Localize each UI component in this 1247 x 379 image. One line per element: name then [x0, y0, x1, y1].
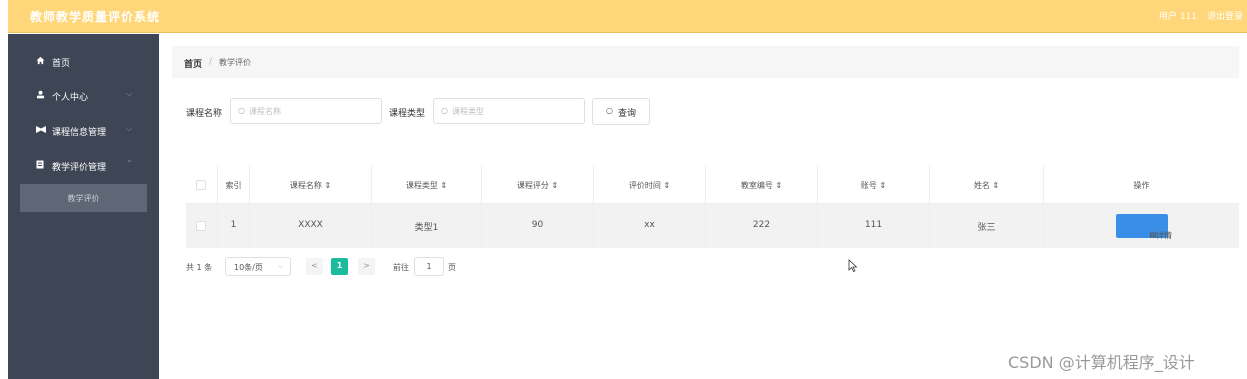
sidebar-item-course-info[interactable]: 课程信息管理 ⌵: [8, 117, 159, 145]
header-index: 索引: [225, 181, 242, 190]
header-cell[interactable]: 教室编号 ⇕: [706, 166, 818, 203]
sidebar-item-profile[interactable]: 个人中心 ⌵: [8, 82, 159, 110]
home-icon: [36, 56, 46, 66]
table-cell: 张三: [930, 204, 1044, 248]
cell-time: xx: [644, 220, 655, 230]
header-cell[interactable]: 课程评分 ⇕: [482, 166, 594, 203]
chevron-down-icon: ⌵: [126, 124, 133, 133]
table-cell: 111: [818, 204, 930, 248]
chevron-down-icon: ⌵: [277, 262, 283, 270]
cell-score: 90: [531, 220, 544, 230]
chevron-left-icon: <: [311, 261, 318, 270]
table-cell: XXXX: [250, 204, 372, 248]
header-cell[interactable]: 课程类型 ⇕: [372, 166, 482, 203]
cell-classroom: 222: [752, 220, 771, 230]
sidebar-subitem-label: 教学评价: [67, 194, 100, 203]
course-type-label: 课程类型: [389, 109, 426, 119]
search-icon: ○: [238, 106, 245, 115]
course-type-placeholder: 课程类型: [452, 107, 484, 116]
goto-label: 前往: [393, 263, 409, 272]
detail-button[interactable]: ▤ 详情: [1116, 214, 1172, 240]
header-cell[interactable]: 账号 ⇕: [818, 166, 930, 203]
row-select-cell: [186, 204, 218, 248]
app-title: 教师教学质量评价系统: [30, 10, 161, 24]
header-course-name: 课程名称 ⇕: [289, 181, 332, 190]
sidebar-item-home[interactable]: 首页: [8, 48, 159, 76]
page-number: 1: [336, 261, 343, 270]
cell-index: 1: [230, 220, 237, 230]
table-cell: 类型1: [372, 204, 482, 248]
detail-button-label: 详情: [1156, 231, 1172, 240]
page-unit-label: 页: [448, 263, 456, 272]
select-all-cell: [186, 166, 218, 203]
header-cell[interactable]: 课程名称 ⇕: [250, 166, 372, 203]
sidebar: 首页 个人中心 ⌵ 课程信息管理 ⌵ 教学评价管理 ⌃ 教学评价: [8, 34, 159, 379]
table-cell: xx: [594, 204, 706, 248]
evaluation-icon: [36, 160, 46, 170]
search-icon: ○: [606, 106, 613, 115]
chevron-up-icon: ⌃: [126, 159, 133, 168]
header-cell: 索引: [218, 166, 250, 203]
sidebar-item-label: 首页: [52, 59, 71, 69]
header-classroom: 教室编号 ⇕: [740, 181, 783, 190]
left-edge: [0, 0, 8, 379]
sidebar-item-label: 个人中心: [52, 93, 89, 103]
course-icon: [36, 125, 46, 135]
table-cell: 1: [218, 204, 250, 248]
goto-page-value: 1: [426, 262, 432, 271]
course-name-placeholder: 课程名称: [249, 107, 281, 116]
select-all-checkbox[interactable]: [196, 180, 206, 190]
table-header-row: 索引 课程名称 ⇕ 课程类型 ⇕ 课程评分 ⇕ 评价时间 ⇕ 教室编号 ⇕ 账号…: [186, 166, 1239, 204]
query-button-label: 查询: [618, 109, 637, 119]
current-user: 用户 111: [1158, 12, 1197, 22]
breadcrumb-separator: /: [209, 57, 213, 67]
course-type-input[interactable]: ○ 课程类型: [433, 98, 585, 124]
page-size-select[interactable]: 10条/页 ⌵: [225, 257, 291, 276]
course-name-input[interactable]: ○ 课程名称: [230, 98, 382, 124]
goto-page-input[interactable]: 1: [414, 257, 444, 276]
table-cell: 222: [706, 204, 818, 248]
header-cell[interactable]: 评价时间 ⇕: [594, 166, 706, 203]
watermark: CSDN @计算机程序_设计: [1008, 353, 1195, 372]
cell-account: 111: [864, 220, 883, 230]
chevron-down-icon: ⌵: [126, 89, 133, 98]
pagination-total: 共 1 条: [186, 263, 213, 272]
header-cell[interactable]: 姓名 ⇕: [930, 166, 1044, 203]
header-action: 操作: [1133, 181, 1150, 190]
breadcrumb-current: 教学评价: [219, 58, 251, 67]
header-cell: 操作: [1044, 166, 1239, 203]
query-button[interactable]: ○ 查询: [592, 98, 650, 125]
table-row: 1 XXXX 类型1 90 xx 222 111 张三 ▤ 详情: [186, 204, 1239, 248]
logout-link[interactable]: 退出登录: [1207, 9, 1243, 22]
breadcrumb-home[interactable]: 首页: [184, 57, 202, 70]
cell-name: 张三: [977, 223, 996, 233]
header-account: 账号 ⇕: [860, 181, 887, 190]
header-name: 姓名 ⇕: [973, 181, 1000, 190]
row-checkbox[interactable]: [196, 221, 206, 231]
user-icon: [36, 90, 46, 100]
cell-course-type: 类型1: [414, 223, 439, 233]
sidebar-subitem-evaluation[interactable]: 教学评价: [20, 184, 147, 212]
cell-course-name: XXXX: [298, 220, 323, 230]
top-header: 教师教学质量评价系统 用户 111 退出登录: [8, 0, 1247, 33]
sidebar-item-label: 教学评价管理: [52, 163, 107, 173]
breadcrumb: 首页 / 教学评价: [172, 46, 1239, 78]
page-size-value: 10条/页: [234, 263, 263, 272]
next-page-button[interactable]: >: [358, 258, 375, 275]
mouse-cursor-icon: [848, 259, 858, 273]
search-icon: ○: [441, 106, 448, 115]
sidebar-item-label: 课程信息管理: [52, 128, 107, 138]
table-cell: ▤ 详情: [1044, 204, 1239, 248]
header-time: 评价时间 ⇕: [628, 181, 671, 190]
sidebar-item-evaluation[interactable]: 教学评价管理 ⌃: [8, 152, 159, 180]
prev-page-button[interactable]: <: [306, 258, 323, 275]
chevron-right-icon: >: [363, 261, 370, 270]
header-course-type: 课程类型 ⇕: [405, 181, 448, 190]
course-name-label: 课程名称: [186, 109, 223, 119]
page-number-button[interactable]: 1: [331, 258, 348, 275]
table-cell: 90: [482, 204, 594, 248]
header-score: 课程评分 ⇕: [516, 181, 559, 190]
